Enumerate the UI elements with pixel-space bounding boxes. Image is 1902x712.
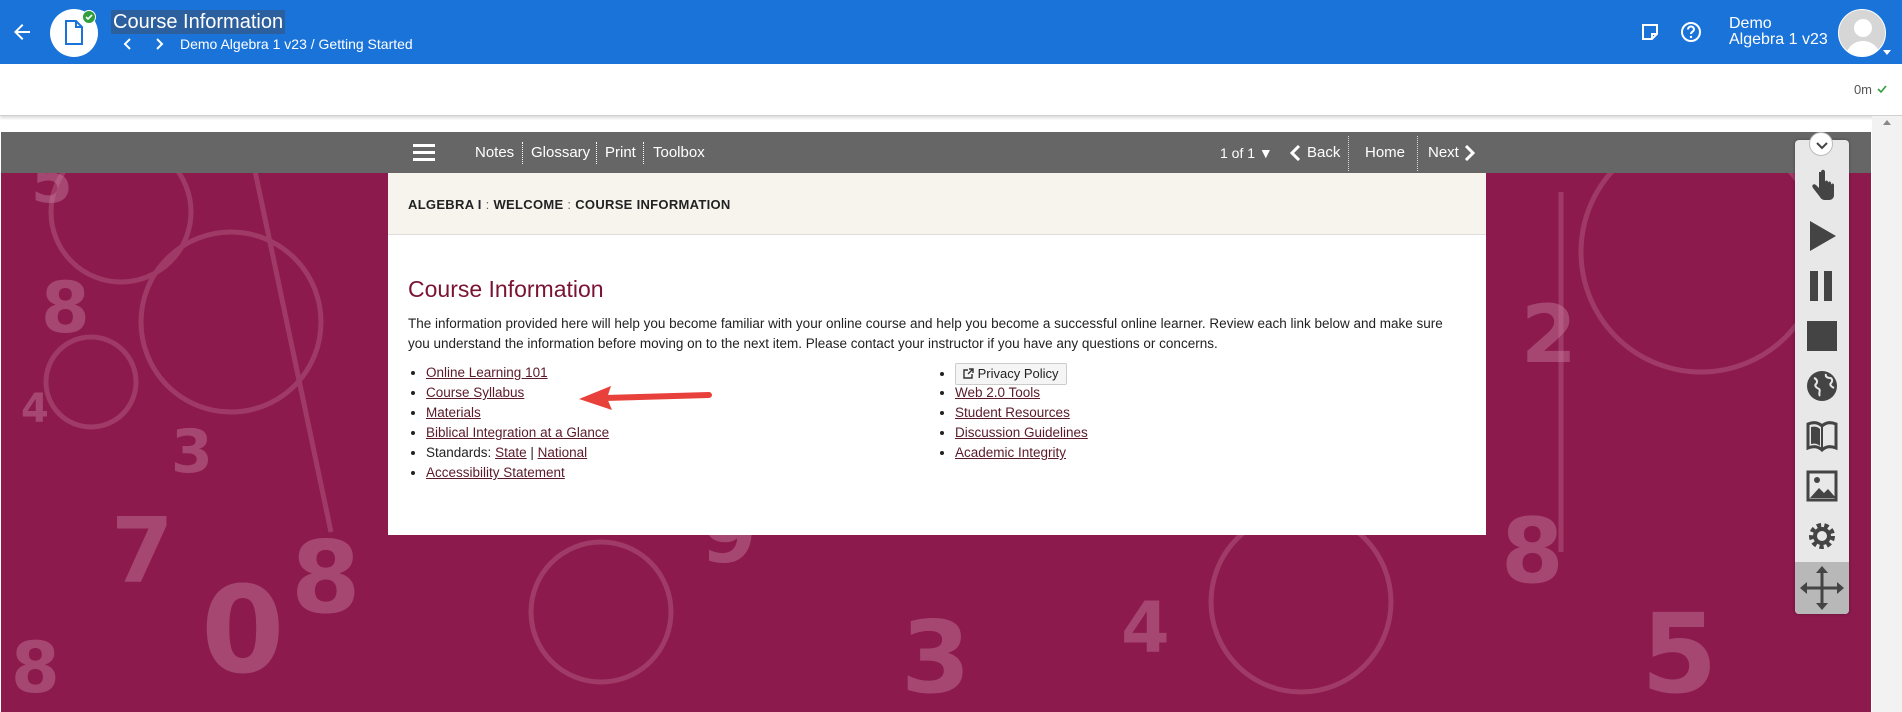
svg-text:3: 3 <box>171 417 213 487</box>
move-icon <box>1800 566 1844 610</box>
chevron-right-icon[interactable] <box>151 36 167 52</box>
external-link-icon <box>963 368 974 379</box>
collapse-toolbar-button[interactable] <box>1809 132 1833 156</box>
list-item: Student Resources <box>955 403 1088 423</box>
lesson-breadcrumb: ALGEBRA I : WELCOME : COURSE INFORMATION <box>408 197 731 212</box>
lesson-breadcrumb-header: ALGEBRA I : WELCOME : COURSE INFORMATION <box>388 173 1486 235</box>
next-button[interactable]: Next <box>1428 144 1459 162</box>
toolbar-divider <box>596 142 597 164</box>
chevron-left-icon[interactable] <box>1289 144 1302 166</box>
student-resources-link[interactable]: Student Resources <box>955 405 1070 420</box>
web-tools-link[interactable]: Web 2.0 Tools <box>955 385 1040 400</box>
materials-link[interactable]: Materials <box>426 405 481 420</box>
biblical-integration-link[interactable]: Biblical Integration at a Glance <box>426 425 609 440</box>
academic-integrity-link[interactable]: Academic Integrity <box>955 445 1066 460</box>
svg-text:0: 0 <box>201 562 285 701</box>
svg-text:8: 8 <box>1501 499 1564 604</box>
back-button[interactable]: Back <box>1307 144 1340 162</box>
list-item: Privacy Policy <box>955 363 1088 385</box>
svg-text:8: 8 <box>41 267 90 349</box>
list-item: Online Learning 101 <box>426 363 609 383</box>
lesson-toolbar: Notes Glossary Print Toolbox 1 of 1 ▼ Ba… <box>1 132 1871 173</box>
media-toolbar <box>1795 140 1849 614</box>
intro-text: The information provided here will help … <box>408 316 1443 351</box>
standards-divider: | <box>530 445 534 460</box>
glossary-link[interactable]: Glossary <box>531 144 590 162</box>
svg-text:7: 7 <box>111 499 174 604</box>
chevron-right-icon[interactable] <box>1463 144 1476 166</box>
check-icon <box>82 10 96 24</box>
toolbox-link[interactable]: Toolbox <box>653 144 705 162</box>
drag-handle[interactable] <box>1795 562 1849 614</box>
svg-text:4: 4 <box>1121 587 1170 669</box>
home-button[interactable]: Home <box>1365 144 1405 162</box>
chevron-down-icon[interactable] <box>1883 50 1891 55</box>
book-icon[interactable] <box>1806 418 1838 454</box>
globe-icon[interactable] <box>1806 368 1838 404</box>
back-arrow-icon[interactable] <box>10 20 34 44</box>
stop-icon[interactable] <box>1806 318 1838 354</box>
print-link[interactable]: Print <box>605 144 636 162</box>
online-learning-link[interactable]: Online Learning 101 <box>426 365 548 380</box>
annotation-arrow-icon <box>579 386 712 410</box>
breadcrumb[interactable]: Demo Algebra 1 v23 / Getting Started <box>180 36 413 52</box>
status-bar: 0m <box>0 64 1902 116</box>
standards-label: Standards: <box>426 445 492 460</box>
list-item: Standards: State | National <box>426 443 609 463</box>
svg-text:8: 8 <box>11 627 60 709</box>
timer: 0m <box>1853 82 1872 97</box>
toolbar-divider <box>1417 136 1418 171</box>
content-heading: Course Information <box>408 276 604 302</box>
left-link-list: Online Learning 101 Course Syllabus Mate… <box>408 363 609 483</box>
gear-icon[interactable] <box>1806 518 1838 554</box>
course-syllabus-link[interactable]: Course Syllabus <box>426 385 524 400</box>
toolbar-divider <box>522 142 523 164</box>
notes-link[interactable]: Notes <box>475 144 514 162</box>
svg-text:4: 4 <box>21 386 49 432</box>
play-icon[interactable] <box>1806 218 1838 254</box>
toolbar-divider <box>1348 136 1349 171</box>
chevron-left-icon[interactable] <box>120 36 136 52</box>
content-panel: ALGEBRA I : WELCOME : COURSE INFORMATION… <box>388 173 1486 535</box>
menu-icon[interactable] <box>413 142 435 168</box>
help-icon[interactable] <box>1680 21 1702 48</box>
pause-icon[interactable] <box>1806 268 1838 304</box>
privacy-policy-button[interactable]: Privacy Policy <box>955 363 1067 385</box>
right-link-list: Privacy Policy Web 2.0 Tools Student Res… <box>937 363 1088 463</box>
state-standards-link[interactable]: State <box>495 445 527 460</box>
list-item: Accessibility Statement <box>426 463 609 483</box>
list-item: Web 2.0 Tools <box>955 383 1088 403</box>
hand-pointer-icon[interactable] <box>1806 168 1838 204</box>
avatar[interactable] <box>1838 9 1886 57</box>
scroll-up-icon[interactable] <box>1883 120 1891 125</box>
discussion-guidelines-link[interactable]: Discussion Guidelines <box>955 425 1088 440</box>
national-standards-link[interactable]: National <box>538 445 588 460</box>
check-icon <box>1876 82 1888 100</box>
page-scrollbar[interactable] <box>1872 116 1902 712</box>
list-item: Discussion Guidelines <box>955 423 1088 443</box>
chevron-down-icon <box>1816 142 1828 150</box>
list-item: Biblical Integration at a Glance <box>426 423 609 443</box>
app-header: Course Information Demo Algebra 1 v23 / … <box>0 0 1902 64</box>
page-selector[interactable]: 1 of 1 ▼ <box>1220 144 1273 162</box>
svg-text:3: 3 <box>901 599 971 712</box>
list-item: Academic Integrity <box>955 443 1088 463</box>
accessibility-link[interactable]: Accessibility Statement <box>426 465 565 480</box>
svg-text:8: 8 <box>291 519 361 636</box>
svg-text:5: 5 <box>1641 590 1718 712</box>
svg-text:2: 2 <box>1521 288 1577 381</box>
image-icon[interactable] <box>1806 468 1838 504</box>
toolbar-divider <box>643 142 644 164</box>
page-title: Course Information <box>111 10 286 34</box>
notes-icon[interactable] <box>1640 22 1660 47</box>
user-name[interactable]: Demo Algebra 1 v23 <box>1729 16 1828 48</box>
